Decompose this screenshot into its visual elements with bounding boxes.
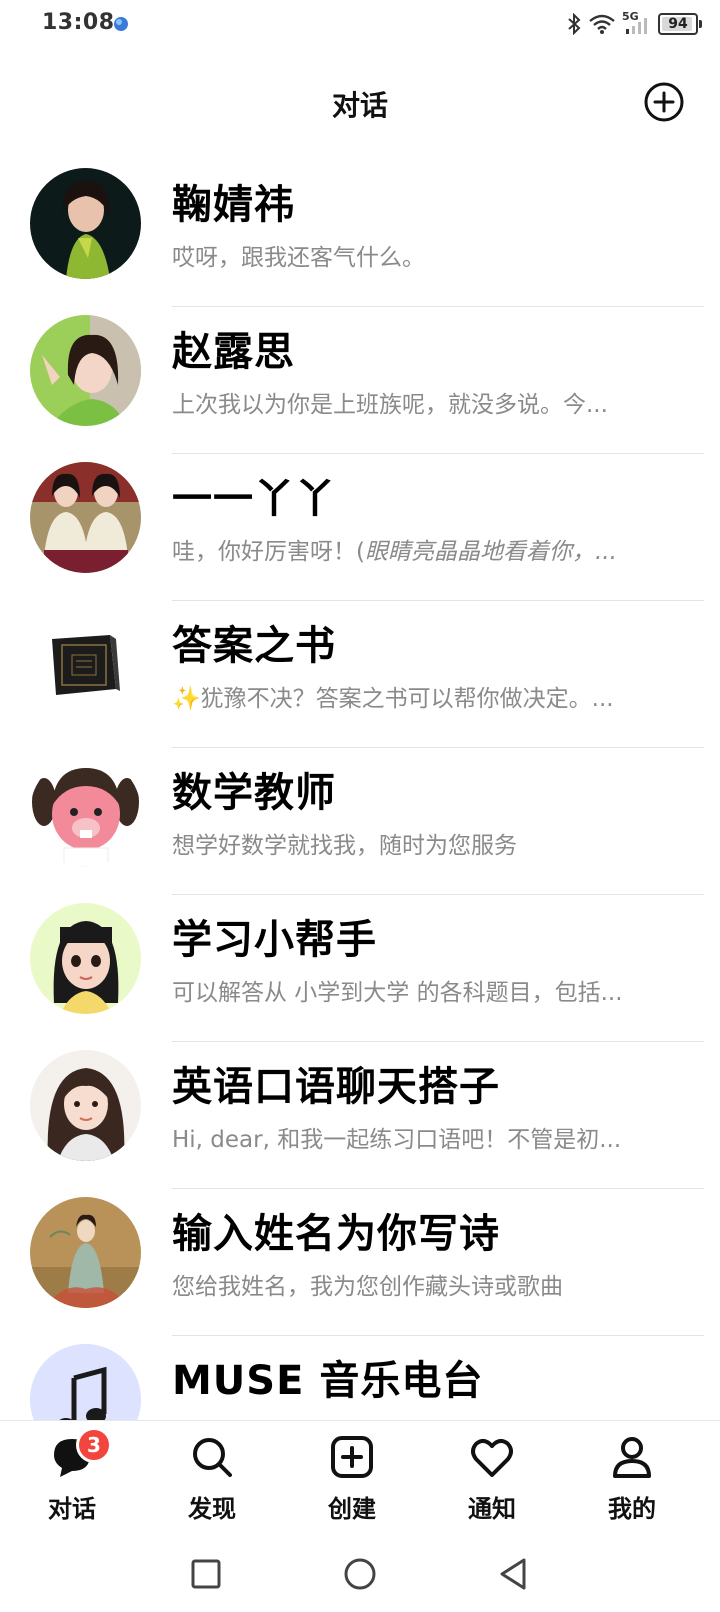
- add-square-icon: [331, 1436, 373, 1478]
- conversation-preview: 想学好数学就找我，随时为您服务: [172, 833, 517, 859]
- status-icons: 5G 94: [566, 10, 702, 38]
- conversation-name: 输入姓名为你写诗: [172, 1211, 500, 1257]
- conversation-list: 鞠婧祎 哎呀，跟我还客气什么。 赵露思 上次我以为你是上班族呢，就没多说。今..…: [0, 160, 720, 1483]
- conversation-preview: Hi, dear, 和我一起练习口语吧！不管是初...: [172, 1127, 622, 1153]
- tab-label: 通知: [468, 1495, 516, 1523]
- preview-text: 哇，你好厉害呀！(: [172, 539, 365, 565]
- conversation-preview: ✨犹豫不决？答案之书可以帮你做决定。...: [172, 686, 614, 712]
- tab-label: 创建: [328, 1495, 376, 1523]
- cartoon-avatar[interactable]: [30, 1050, 141, 1161]
- tab-chats[interactable]: 3 对话: [12, 1427, 132, 1533]
- cartoon-avatar[interactable]: [30, 756, 141, 867]
- tab-discover[interactable]: 发现: [152, 1433, 272, 1533]
- system-nav-bar: [0, 1540, 720, 1612]
- conversation-preview: 哇，你好厉害呀！(眼睛亮晶晶地看着你，...: [172, 532, 672, 566]
- photo-avatar[interactable]: [30, 168, 141, 279]
- cellular-signal-icon: 5G: [622, 10, 652, 36]
- conversation-name: 一一丫丫: [172, 476, 336, 522]
- conversation-preview: 可以解答从 小学到大学 的各科题目，包括...: [172, 980, 623, 1006]
- heart-icon: [471, 1439, 513, 1477]
- back-triangle-icon[interactable]: [494, 1554, 534, 1594]
- conversation-name: 鞠婧祎: [172, 182, 295, 228]
- tab-label: 我的: [608, 1495, 656, 1523]
- unread-badge: 3: [76, 1427, 112, 1463]
- status-time: 13:08: [42, 10, 115, 35]
- conversation-name: 英语口语聊天搭子: [172, 1064, 500, 1110]
- photo-avatar[interactable]: [30, 462, 141, 573]
- search-icon: [193, 1438, 232, 1477]
- conversation-name: 答案之书: [172, 623, 336, 669]
- tab-create[interactable]: 创建: [292, 1433, 412, 1533]
- conversation-item[interactable]: 学习小帮手 可以解答从 小学到大学 的各科题目，包括...: [0, 895, 720, 1042]
- conversation-preview: 您给我姓名，我为您创作藏头诗或歌曲: [172, 1274, 563, 1300]
- conversation-item[interactable]: 鞠婧祎 哎呀，跟我还客气什么。: [0, 160, 720, 307]
- page-title: 对话: [331, 89, 388, 122]
- status-bar: 13:08 5G 94: [0, 0, 720, 48]
- conversation-name: 赵露思: [172, 329, 295, 375]
- painting-avatar[interactable]: [30, 1197, 141, 1308]
- tab-label: 发现: [188, 1495, 236, 1523]
- wifi-icon: [589, 14, 615, 34]
- conversation-preview: 哎呀，跟我还客气什么。: [172, 245, 425, 271]
- book-avatar[interactable]: [30, 609, 141, 720]
- app-notification-icon: [114, 17, 128, 31]
- conversation-name: 数学教师: [172, 770, 336, 816]
- tab-profile[interactable]: 我的: [572, 1433, 692, 1533]
- cartoon-avatar[interactable]: [30, 903, 141, 1014]
- profile-icon: [613, 1437, 651, 1478]
- conversation-item[interactable]: 英语口语聊天搭子 Hi, dear, 和我一起练习口语吧！不管是初...: [0, 1042, 720, 1189]
- photo-avatar[interactable]: [30, 315, 141, 426]
- tab-label: 对话: [48, 1495, 96, 1523]
- recents-square-icon[interactable]: [186, 1554, 226, 1594]
- conversation-item[interactable]: 答案之书 ✨犹豫不决？答案之书可以帮你做决定。...: [0, 601, 720, 748]
- conversation-name: 学习小帮手: [172, 917, 377, 963]
- bluetooth-icon: [568, 13, 581, 35]
- conversation-item[interactable]: 数学教师 想学好数学就找我，随时为您服务: [0, 748, 720, 895]
- bottom-nav: 3 对话 发现 创建 通知 我的: [0, 1420, 720, 1540]
- tab-notifications[interactable]: 通知: [432, 1433, 552, 1533]
- plus-circle-icon[interactable]: [642, 80, 686, 124]
- conversation-name: MUSE 音乐电台: [172, 1358, 484, 1404]
- conversation-item[interactable]: 一一丫丫 哇，你好厉害呀！(眼睛亮晶晶地看着你，...: [0, 454, 720, 601]
- battery-percent: 94: [668, 16, 688, 32]
- conversation-item[interactable]: 输入姓名为你写诗 您给我姓名，我为您创作藏头诗或歌曲: [0, 1189, 720, 1336]
- conversation-preview: 上次我以为你是上班族呢，就没多说。今...: [172, 392, 608, 418]
- page-header: 对话: [0, 66, 720, 142]
- preview-action-text: 眼睛亮晶晶地看着你，...: [364, 539, 617, 565]
- home-circle-icon[interactable]: [340, 1554, 380, 1594]
- conversation-item[interactable]: 赵露思 上次我以为你是上班族呢，就没多说。今...: [0, 307, 720, 454]
- battery-indicator: 94: [658, 13, 702, 35]
